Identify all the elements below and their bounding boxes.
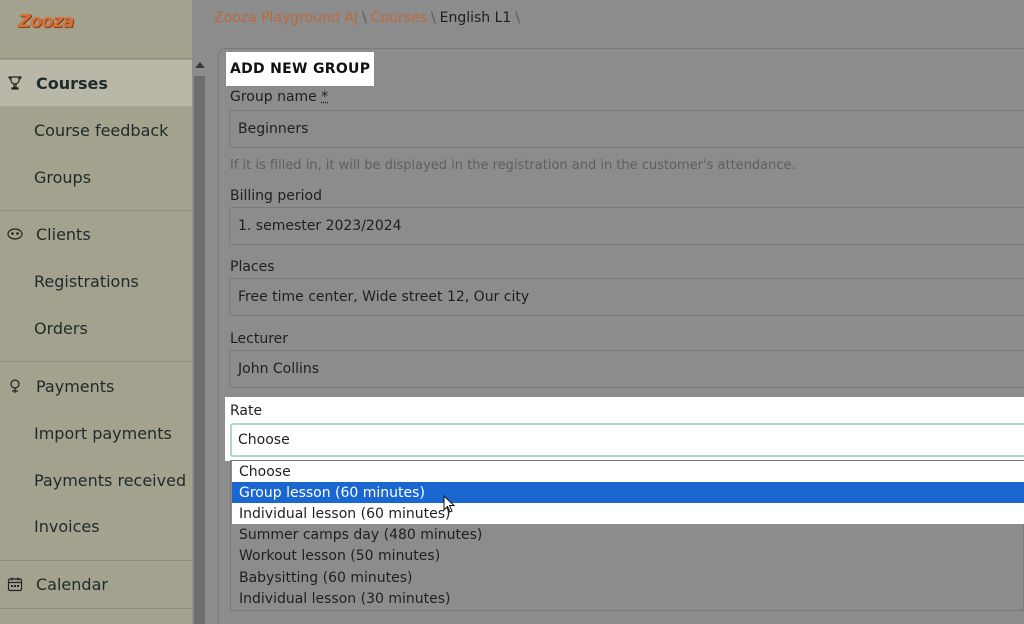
breadcrumb-separator: \ <box>362 10 367 26</box>
nav-divider <box>0 608 192 609</box>
rate-label: Rate <box>230 403 262 419</box>
zooza-logo[interactable]: Zooza <box>8 6 72 36</box>
sidebar-scroll-thumb[interactable] <box>194 76 205 624</box>
places-label: Places <box>230 259 275 275</box>
mask-icon <box>6 225 24 243</box>
sidebar-item-import-payments[interactable]: Import payments <box>34 410 172 456</box>
nav-divider <box>0 361 192 362</box>
group-name-label: Group name * <box>230 89 328 105</box>
billing-period-label: Billing period <box>230 188 322 204</box>
sidebar-item-registrations[interactable]: Registrations <box>34 258 139 304</box>
rate-option-highlighted[interactable]: Group lesson (60 minutes) <box>232 482 1024 503</box>
logo-text: Zooza <box>18 11 73 32</box>
rate-option[interactable]: Summer camps day (480 minutes) <box>232 524 1024 545</box>
sidebar-section-label: Courses <box>36 74 108 93</box>
rate-select[interactable]: Choose <box>230 423 1024 457</box>
breadcrumb-current: English L1 <box>440 10 512 26</box>
scroll-up-arrow-icon[interactable] <box>195 62 205 68</box>
calendar-icon <box>6 575 24 593</box>
breadcrumb-separator: \ <box>431 10 436 26</box>
coin-icon <box>6 377 24 395</box>
sidebar-item-payments-received[interactable]: Payments received <box>34 457 186 503</box>
billing-period-select[interactable]: 1. semester 2023/2024 <box>229 207 1024 245</box>
form-title-box: ADD NEW GROUP <box>226 52 374 86</box>
sidebar-section-calendar[interactable]: Calendar <box>0 561 192 607</box>
breadcrumb: Zooza Playground AJ \ Courses \ English … <box>214 10 520 26</box>
places-select[interactable]: Free time center, Wide street 12, Our ci… <box>229 278 1024 316</box>
sidebar-item-groups[interactable]: Groups <box>34 154 91 200</box>
sidebar-item-orders[interactable]: Orders <box>34 305 88 351</box>
nav-divider <box>0 58 192 59</box>
rate-option[interactable]: Individual lesson (60 minutes) <box>232 503 1024 524</box>
rate-option[interactable]: Choose <box>232 461 1024 482</box>
rate-option[interactable]: Babysitting (60 minutes) <box>232 567 1024 588</box>
sidebar-section-payments[interactable]: Payments <box>0 363 192 409</box>
rate-option[interactable]: Individual lesson (30 minutes) <box>232 588 1024 609</box>
group-name-input[interactable]: Beginners <box>229 110 1024 148</box>
trophy-icon <box>6 74 24 92</box>
form-title: ADD NEW GROUP <box>230 61 370 77</box>
required-mark: * <box>321 89 328 105</box>
breadcrumb-link-account[interactable]: Zooza Playground AJ <box>214 10 358 26</box>
sidebar-section-label: Calendar <box>36 575 108 594</box>
rate-option[interactable]: Workout lesson (50 minutes) <box>232 545 1024 566</box>
lecturer-select[interactable]: John Collins <box>229 350 1024 388</box>
sidebar-section-clients[interactable]: Clients <box>0 211 192 257</box>
rate-dropdown-list: Choose Group lesson (60 minutes) Individ… <box>230 460 1024 611</box>
group-name-hint: If it is filled in, it will be displayed… <box>230 158 796 173</box>
lecturer-label: Lecturer <box>230 331 288 347</box>
mouse-pointer-icon <box>443 495 457 515</box>
sidebar-section-label: Clients <box>36 225 91 244</box>
breadcrumb-link-courses[interactable]: Courses <box>371 10 427 26</box>
sidebar-section-label: Payments <box>36 377 114 396</box>
sidebar-item-invoices[interactable]: Invoices <box>34 503 100 549</box>
sidebar-item-course-feedback[interactable]: Course feedback <box>34 107 168 153</box>
breadcrumb-separator: \ <box>515 10 520 26</box>
sidebar-section-courses[interactable]: Courses <box>0 60 192 106</box>
